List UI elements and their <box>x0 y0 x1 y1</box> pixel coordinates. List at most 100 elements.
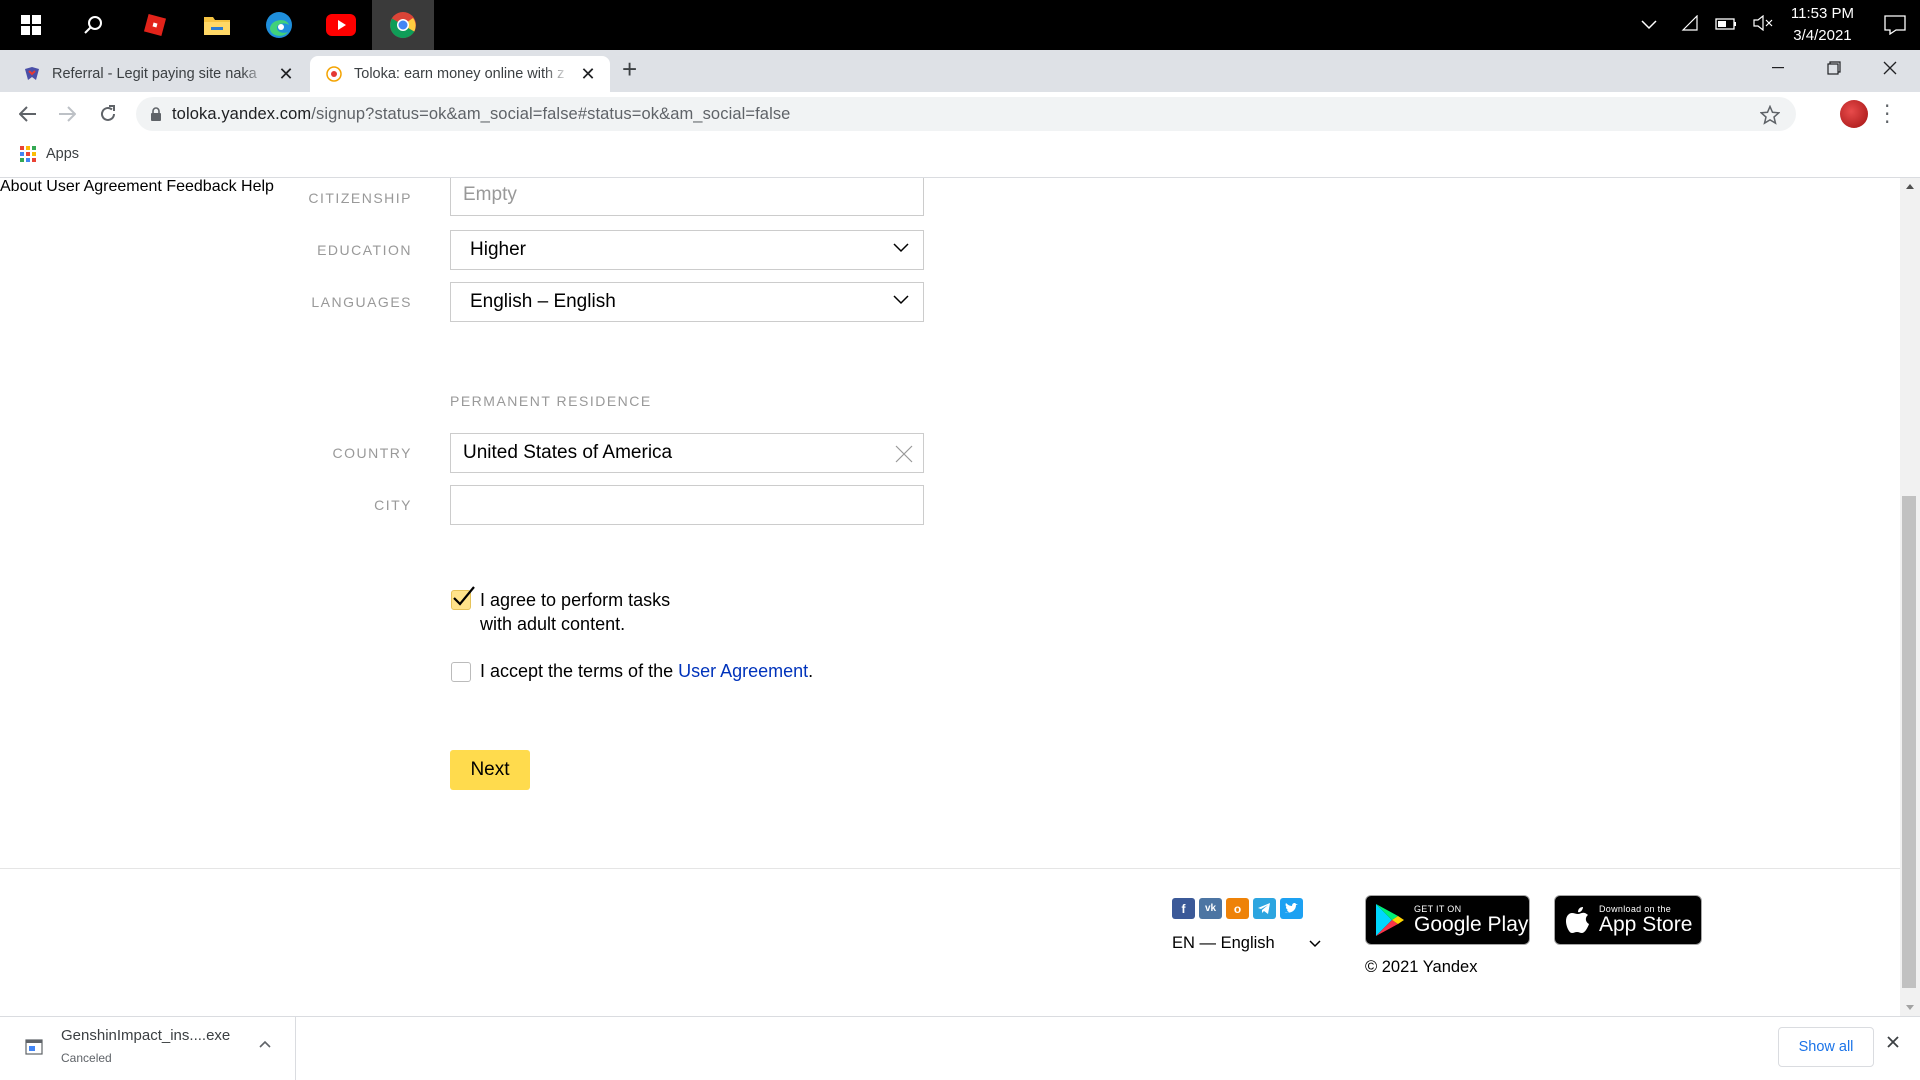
next-button[interactable]: Next <box>450 750 530 790</box>
chevron-up-icon[interactable] <box>258 1039 272 1049</box>
scroll-up-arrow-icon[interactable] <box>1900 178 1920 195</box>
google-play-icon <box>1376 904 1404 936</box>
tab-title: Referral - Legit paying site naka <box>52 66 257 82</box>
vk-icon[interactable]: vk <box>1199 898 1222 919</box>
signup-page: CITIZENSHIP Empty EDUCATION Higher LANGU… <box>0 178 1900 1016</box>
windows-start-icon[interactable] <box>0 0 62 50</box>
new-tab-icon[interactable]: + <box>622 54 637 85</box>
checkmark-icon <box>453 586 475 606</box>
apps-shortcut[interactable]: Apps <box>20 146 79 162</box>
file-explorer-icon[interactable] <box>186 0 248 50</box>
apps-label: Apps <box>46 146 80 162</box>
scrollbar-thumb[interactable] <box>1902 496 1916 988</box>
close-tab-icon[interactable]: ✕ <box>578 64 598 85</box>
language-select[interactable]: EN — English <box>1172 934 1321 953</box>
education-label: EDUCATION <box>317 242 412 258</box>
close-shelf-icon[interactable] <box>1886 1035 1900 1049</box>
apps-grid-icon <box>20 146 36 162</box>
close-tab-icon[interactable]: ✕ <box>276 64 296 85</box>
volume-muted-icon[interactable] <box>1753 14 1773 35</box>
wifi-icon[interactable] <box>1681 14 1699 35</box>
user-agreement-link[interactable]: User Agreement <box>678 661 808 681</box>
page-scrollbar[interactable] <box>1900 178 1920 1016</box>
search-icon[interactable] <box>62 0 124 50</box>
url-text: toloka.yandex.com/signup?status=ok&am_so… <box>172 105 790 124</box>
battery-icon[interactable] <box>1715 16 1737 34</box>
city-label: CITY <box>374 497 412 513</box>
google-play-big-text: Google Play <box>1414 913 1529 936</box>
chevron-down-icon <box>893 243 909 253</box>
edge-icon[interactable] <box>248 0 310 50</box>
language-value: EN — English <box>1172 934 1275 952</box>
twitter-icon[interactable] <box>1280 898 1303 919</box>
tab-referral[interactable]: Referral - Legit paying site naka ✕ <box>8 56 308 92</box>
odnoklassniki-icon[interactable]: o <box>1226 898 1249 919</box>
languages-label: LANGUAGES <box>311 294 412 310</box>
chevron-down-icon <box>893 295 909 305</box>
tab-strip: Referral - Legit paying site naka ✕ Tolo… <box>0 50 1920 92</box>
minimize-icon[interactable] <box>1750 50 1806 86</box>
bookmark-star-icon[interactable] <box>1760 105 1780 125</box>
tab-title: Toloka: earn money online with z <box>354 66 565 82</box>
clock-time: 11:53 PM <box>1790 5 1854 22</box>
terms-suffix: . <box>808 661 814 681</box>
languages-select[interactable]: English – English <box>450 282 924 322</box>
browser-toolbar: toloka.yandex.com/signup?status=ok&am_so… <box>0 92 1920 136</box>
download-status: Canceled <box>61 1051 112 1065</box>
roblox-icon[interactable] <box>124 0 186 50</box>
citizenship-input[interactable]: Empty <box>450 178 924 216</box>
address-bar[interactable]: toloka.yandex.com/signup?status=ok&am_so… <box>136 97 1796 131</box>
url-host: toloka.yandex.com <box>172 104 312 123</box>
tab-toloka[interactable]: Toloka: earn money online with z ✕ <box>310 56 610 92</box>
profile-avatar[interactable] <box>1840 100 1868 128</box>
country-label: COUNTRY <box>332 445 412 461</box>
back-icon[interactable] <box>16 102 40 126</box>
app-store-big-text: App Store <box>1599 913 1693 936</box>
education-select[interactable]: Higher <box>450 230 924 270</box>
lock-icon[interactable] <box>150 107 162 121</box>
apple-icon <box>1566 907 1589 933</box>
taskbar-clock[interactable]: 11:53 PM 3/4/2021 <box>1791 3 1854 47</box>
chrome-menu-icon[interactable]: · · · <box>1884 96 1890 132</box>
adult-content-line2: with adult content. <box>480 614 626 634</box>
telegram-icon[interactable] <box>1253 898 1276 919</box>
forward-icon[interactable] <box>55 102 79 126</box>
languages-value: English – English <box>470 291 616 312</box>
country-value: United States of America <box>463 442 673 463</box>
app-store-badge[interactable]: Download on the App Store <box>1554 895 1702 945</box>
google-play-badge[interactable]: GET IT ON Google Play <box>1365 895 1530 945</box>
show-all-button[interactable]: Show all <box>1778 1027 1874 1067</box>
restore-icon[interactable] <box>1806 50 1862 86</box>
education-value: Higher <box>470 239 526 260</box>
chrome-icon[interactable] <box>372 0 434 50</box>
notification-center-icon[interactable] <box>1870 15 1920 35</box>
copyright-text: © 2021 Yandex <box>1365 958 1478 976</box>
terms-checkbox[interactable] <box>451 662 471 682</box>
social-links: f vk o <box>1172 898 1303 919</box>
clock-date: 3/4/2021 <box>1793 27 1852 44</box>
terms-text: I accept the terms of the <box>480 661 679 681</box>
chevron-up-icon[interactable] <box>1641 20 1657 30</box>
windows-taskbar: 11:53 PM 3/4/2021 <box>0 0 1920 50</box>
referral-favicon-icon <box>25 67 39 80</box>
download-item[interactable]: GenshinImpact_ins....exe Canceled <box>0 1017 296 1080</box>
city-input[interactable] <box>450 485 924 525</box>
exe-file-icon <box>25 1039 43 1055</box>
youtube-icon[interactable] <box>310 0 372 50</box>
permanent-residence-title: PERMANENT RESIDENCE <box>450 393 652 409</box>
terms-label: I accept the terms of the User Agreement… <box>480 659 813 683</box>
chevron-down-icon <box>1309 939 1321 947</box>
facebook-icon[interactable]: f <box>1172 898 1195 919</box>
adult-content-checkbox[interactable] <box>451 586 475 610</box>
bookmarks-bar: Apps <box>0 136 1920 178</box>
scroll-down-arrow-icon[interactable] <box>1900 999 1920 1016</box>
download-file-name: GenshinImpact_ins....exe <box>61 1027 231 1044</box>
toloka-favicon-icon <box>326 66 342 82</box>
reload-icon[interactable] <box>96 102 120 126</box>
clear-icon[interactable] <box>895 445 913 463</box>
close-window-icon[interactable] <box>1862 50 1918 86</box>
country-input[interactable]: United States of America <box>450 433 924 473</box>
url-path: /signup?status=ok&am_social=false#status… <box>311 104 791 123</box>
system-tray: 11:53 PM 3/4/2021 <box>1641 0 1920 50</box>
adult-content-label: I agree to perform tasks with adult cont… <box>480 588 670 636</box>
